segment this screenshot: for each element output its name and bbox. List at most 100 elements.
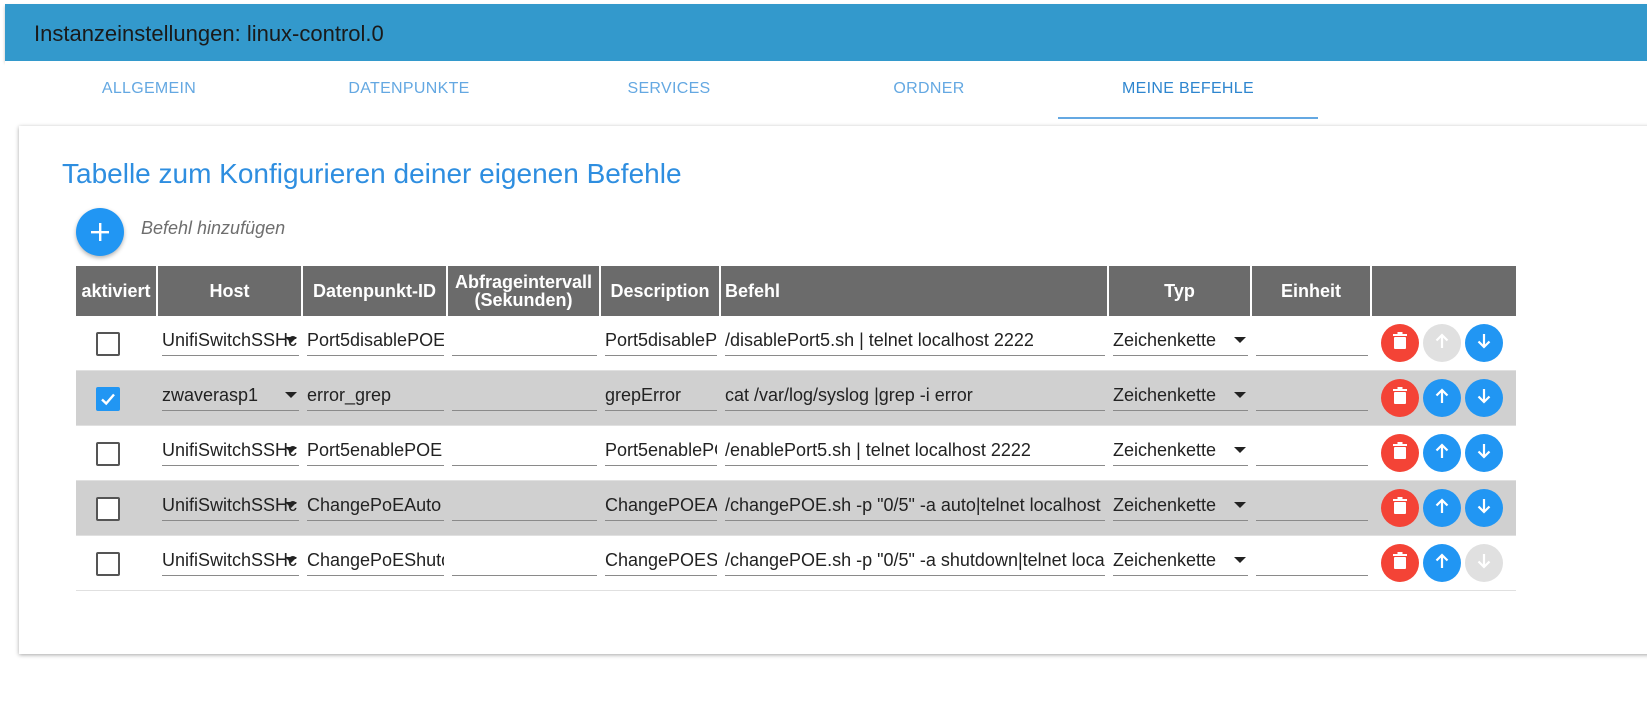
delete-button[interactable] bbox=[1381, 379, 1419, 417]
unit-input[interactable] bbox=[1256, 491, 1368, 521]
delete-button[interactable] bbox=[1381, 489, 1419, 527]
tab-datenpunkte[interactable]: DATENPUNKTE bbox=[279, 61, 539, 119]
dropdown-arrow-icon[interactable] bbox=[1234, 337, 1246, 343]
dropdown-arrow-icon[interactable] bbox=[285, 447, 297, 453]
type-input[interactable]: Zeichenkette bbox=[1113, 436, 1248, 466]
type-input[interactable]: Zeichenkette bbox=[1113, 491, 1248, 521]
host-value: UnifiSwitchSSHc bbox=[162, 550, 298, 570]
cell-type: Zeichenkette bbox=[1109, 316, 1252, 371]
host-input[interactable]: UnifiSwitchSSHc bbox=[162, 326, 299, 356]
command-input[interactable]: /enablePort5.sh | telnet localhost 2222 bbox=[725, 436, 1105, 466]
cell-command: /changePOE.sh -p "0/5" -a shutdown|telne… bbox=[721, 536, 1109, 591]
cell-description: grepError bbox=[601, 371, 721, 426]
command-input[interactable]: /changePOE.sh -p "0/5" -a auto|telnet lo… bbox=[725, 491, 1105, 521]
delete-button[interactable] bbox=[1381, 544, 1419, 582]
move-down-button[interactable] bbox=[1465, 434, 1503, 472]
delete-button[interactable] bbox=[1381, 434, 1419, 472]
type-value: Zeichenkette bbox=[1113, 495, 1217, 515]
interval-input[interactable] bbox=[452, 436, 597, 466]
dropdown-arrow-icon[interactable] bbox=[285, 337, 297, 343]
type-value: Zeichenkette bbox=[1113, 385, 1217, 405]
move-down-button[interactable] bbox=[1465, 489, 1503, 527]
tab-services[interactable]: SERVICES bbox=[539, 61, 799, 119]
tab-ordner[interactable]: ORDNER bbox=[799, 61, 1059, 119]
commands-table: aktiviert Host Datenpunkt-ID Abfrageinte… bbox=[76, 266, 1516, 591]
command-input[interactable]: /changePOE.sh -p "0/5" -a shutdown|telne… bbox=[725, 546, 1105, 576]
interval-input[interactable] bbox=[452, 326, 597, 356]
type-value: Zeichenkette bbox=[1113, 440, 1217, 460]
table-body: UnifiSwitchSSHc Port5disablePOE Port5disab… bbox=[76, 316, 1516, 591]
unit-input[interactable] bbox=[1256, 546, 1368, 576]
move-down-button[interactable] bbox=[1465, 324, 1503, 362]
id-input[interactable]: ChangePoEAuto bbox=[307, 491, 444, 521]
move-up-button[interactable] bbox=[1423, 379, 1461, 417]
active-checkbox[interactable] bbox=[96, 552, 120, 576]
trash-icon bbox=[1392, 331, 1408, 355]
description-input[interactable]: ChangePOEShutdown bbox=[605, 546, 717, 576]
command-input[interactable]: /disablePort5.sh | telnet localhost 2222 bbox=[725, 326, 1105, 356]
description-input[interactable]: Port5enablePOE bbox=[605, 436, 717, 466]
cell-type: Zeichenkette bbox=[1109, 371, 1252, 426]
arrow-up-icon bbox=[1433, 552, 1451, 575]
dropdown-arrow-icon[interactable] bbox=[1234, 392, 1246, 398]
move-down-button[interactable] bbox=[1465, 379, 1503, 417]
id-input[interactable]: Port5enablePOE bbox=[307, 436, 444, 466]
id-input[interactable]: ChangePoEShutdown bbox=[307, 546, 444, 576]
delete-button[interactable] bbox=[1381, 324, 1419, 362]
id-value: Port5enablePOE bbox=[307, 440, 443, 460]
type-input[interactable]: Zeichenkette bbox=[1113, 546, 1248, 576]
host-value: UnifiSwitchSSHc bbox=[162, 330, 298, 350]
cell-aktiviert bbox=[76, 536, 158, 591]
dropdown-arrow-icon[interactable] bbox=[1234, 502, 1246, 508]
type-value: Zeichenkette bbox=[1113, 330, 1217, 350]
host-input[interactable]: UnifiSwitchSSHc bbox=[162, 436, 299, 466]
cell-host: UnifiSwitchSSHc bbox=[158, 426, 303, 481]
interval-input[interactable] bbox=[452, 381, 597, 411]
unit-input[interactable] bbox=[1256, 326, 1368, 356]
move-up-button[interactable] bbox=[1423, 544, 1461, 582]
command-input[interactable]: cat /var/log/syslog |grep -i error bbox=[725, 381, 1105, 411]
description-input[interactable]: ChangePOEAuto bbox=[605, 491, 717, 521]
dropdown-arrow-icon[interactable] bbox=[285, 392, 297, 398]
host-input[interactable]: UnifiSwitchSSHc bbox=[162, 491, 299, 521]
id-input[interactable]: error_grep bbox=[307, 381, 444, 411]
plus-icon bbox=[91, 223, 109, 241]
description-value: ChangePOEAuto bbox=[605, 495, 717, 515]
move-up-button[interactable] bbox=[1423, 434, 1461, 472]
dropdown-arrow-icon[interactable] bbox=[285, 502, 297, 508]
type-input[interactable]: Zeichenkette bbox=[1113, 326, 1248, 356]
unit-input[interactable] bbox=[1256, 436, 1368, 466]
active-checkbox[interactable] bbox=[96, 442, 120, 466]
move-up-button[interactable] bbox=[1423, 489, 1461, 527]
cell-description: ChangePOEShutdown bbox=[601, 536, 721, 591]
dropdown-arrow-icon[interactable] bbox=[1234, 557, 1246, 563]
tab-meine-befehle[interactable]: MEINE BEFEHLE bbox=[1058, 61, 1318, 119]
host-input[interactable]: zwaverasp1 bbox=[162, 381, 299, 411]
description-input[interactable]: Port5disablePOE bbox=[605, 326, 717, 356]
unit-input[interactable] bbox=[1256, 381, 1368, 411]
header-aktiviert: aktiviert bbox=[76, 266, 158, 316]
tab-allgemein[interactable]: ALLGEMEIN bbox=[19, 61, 279, 119]
header-abfrageintervall: Abfrageintervall (Sekunden) bbox=[448, 266, 601, 316]
cell-aktiviert bbox=[76, 481, 158, 536]
add-command-button[interactable] bbox=[76, 208, 124, 256]
id-input[interactable]: Port5disablePOE bbox=[307, 326, 444, 356]
interval-input[interactable] bbox=[452, 546, 597, 576]
command-value: /disablePort5.sh | telnet localhost 2222 bbox=[725, 330, 1034, 350]
host-input[interactable]: UnifiSwitchSSHc bbox=[162, 546, 299, 576]
type-input[interactable]: Zeichenkette bbox=[1113, 381, 1248, 411]
cell-unit bbox=[1252, 316, 1372, 371]
description-value: grepError bbox=[605, 385, 682, 405]
table-row: UnifiSwitchSSHc Port5disablePOE Port5disab… bbox=[76, 316, 1516, 371]
interval-input[interactable] bbox=[452, 491, 597, 521]
header-abfrageintervall-line1: Abfrageintervall bbox=[454, 272, 593, 292]
active-checkbox[interactable] bbox=[96, 387, 120, 411]
dropdown-arrow-icon[interactable] bbox=[1234, 447, 1246, 453]
window-title: Instanzeinstellungen: linux-control.0 bbox=[34, 21, 384, 46]
dropdown-arrow-icon[interactable] bbox=[285, 557, 297, 563]
active-checkbox[interactable] bbox=[96, 497, 120, 521]
active-checkbox[interactable] bbox=[96, 332, 120, 356]
header-host: Host bbox=[158, 266, 303, 316]
cell-command: /changePOE.sh -p "0/5" -a auto|telnet lo… bbox=[721, 481, 1109, 536]
description-input[interactable]: grepError bbox=[605, 381, 717, 411]
